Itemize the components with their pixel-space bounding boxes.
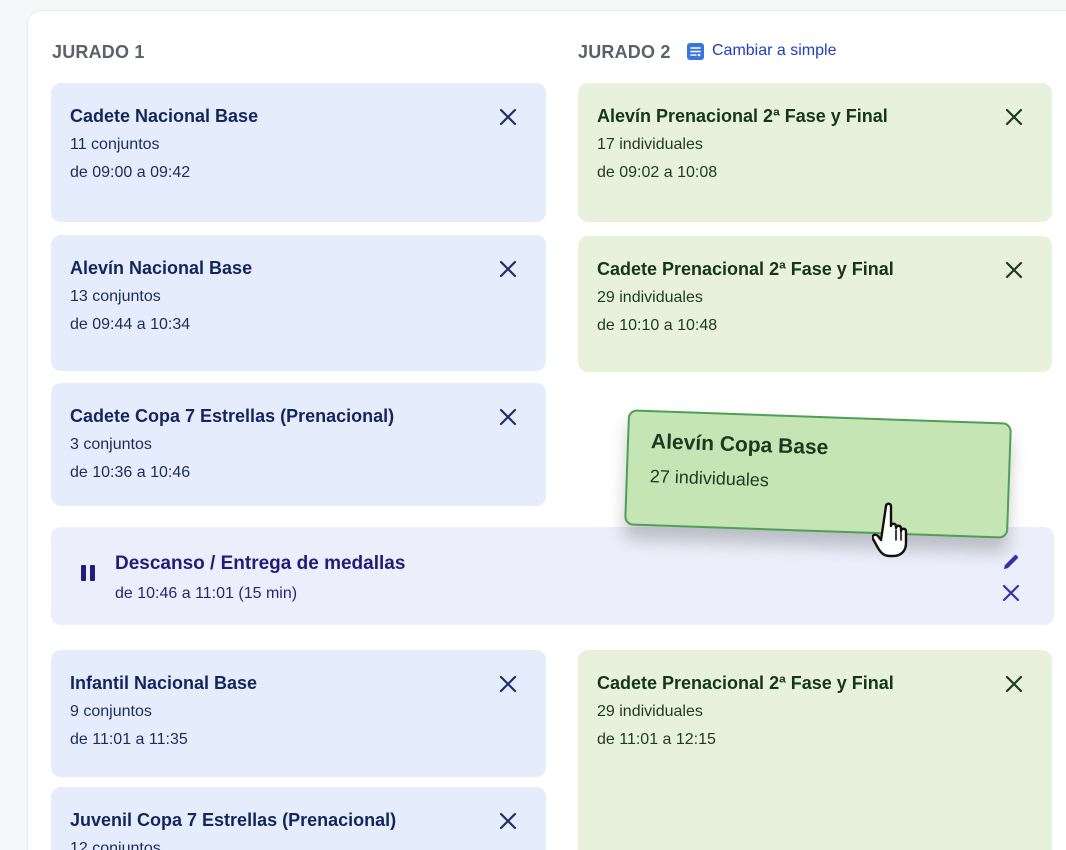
card-title: Cadete Prenacional 2ª Fase y Final xyxy=(597,259,894,279)
jurado2-card[interactable]: Cadete Prenacional 2ª Fase y Final 29 in… xyxy=(578,236,1052,372)
jurado1-card[interactable]: Infantil Nacional Base 9 conjuntos de 11… xyxy=(51,650,546,777)
pause-icon xyxy=(81,565,95,581)
card-time: de 09:00 a 09:42 xyxy=(70,164,191,181)
card-count: 29 individuales xyxy=(597,703,703,720)
card-title: Alevín Prenacional 2ª Fase y Final xyxy=(597,106,888,126)
card-count: 29 individuales xyxy=(597,289,703,306)
jurado1-card[interactable]: Alevín Nacional Base 13 conjuntos de 09:… xyxy=(51,235,546,371)
jurado2-title: JURADO 2 xyxy=(578,42,671,62)
card-title: Cadete Prenacional 2ª Fase y Final xyxy=(597,673,894,693)
break-title: Descanso / Entrega de medallas xyxy=(115,553,406,574)
close-icon[interactable] xyxy=(498,407,518,427)
jurado2-card[interactable]: Alevín Prenacional 2ª Fase y Final 17 in… xyxy=(578,83,1052,222)
card-title: Infantil Nacional Base xyxy=(70,673,258,693)
break-time: de 10:46 a 11:01 (15 min) xyxy=(115,585,298,602)
card-count: 9 conjuntos xyxy=(70,703,152,720)
drag-card-title: Alevín Copa Base xyxy=(650,430,829,460)
close-icon[interactable] xyxy=(1001,583,1021,603)
card-title: Cadete Copa 7 Estrellas (Prenacional) xyxy=(70,406,395,426)
pencil-icon[interactable] xyxy=(1001,552,1021,572)
jurado1-title: JURADO 1 xyxy=(52,42,145,62)
jurado1-card[interactable]: Cadete Nacional Base 11 conjuntos de 09:… xyxy=(51,83,546,222)
close-icon[interactable] xyxy=(498,107,518,127)
close-icon[interactable] xyxy=(498,811,518,831)
card-count: 13 conjuntos xyxy=(70,288,161,305)
close-icon[interactable] xyxy=(498,674,518,694)
card-time: de 09:44 a 10:34 xyxy=(70,316,191,333)
close-icon[interactable] xyxy=(498,259,518,279)
dragging-card[interactable]: Alevín Copa Base 27 individuales xyxy=(624,409,1012,539)
card-time: de 09:02 a 10:08 xyxy=(597,164,718,181)
switch-to-simple-button[interactable]: Cambiar a simple xyxy=(687,42,836,60)
list-icon xyxy=(687,42,704,60)
card-count: 12 conjuntos xyxy=(70,840,161,850)
close-icon[interactable] xyxy=(1004,674,1024,694)
switch-label: Cambiar a simple xyxy=(712,42,837,59)
card-time: de 10:36 a 10:46 xyxy=(70,464,191,481)
jurado1-card[interactable]: Cadete Copa 7 Estrellas (Prenacional) 3 … xyxy=(51,383,546,506)
card-time: de 11:01 a 12:15 xyxy=(597,731,716,748)
jurado2-card[interactable]: Cadete Prenacional 2ª Fase y Final 29 in… xyxy=(578,650,1052,850)
card-title: Juvenil Copa 7 Estrellas (Prenacional) xyxy=(70,810,397,830)
card-title: Alevín Nacional Base xyxy=(70,258,253,278)
card-time: de 10:10 a 10:48 xyxy=(597,317,718,334)
drag-card-count: 27 individuales xyxy=(649,466,770,491)
card-count: 3 conjuntos xyxy=(70,436,152,453)
close-icon[interactable] xyxy=(1004,260,1024,280)
card-time: de 11:01 a 11:35 xyxy=(70,731,188,748)
card-title: Cadete Nacional Base xyxy=(70,106,259,126)
jurado1-card[interactable]: Juvenil Copa 7 Estrellas (Prenacional) 1… xyxy=(51,787,546,850)
hand-cursor-icon xyxy=(872,502,908,558)
card-count: 17 individuales xyxy=(597,136,703,153)
close-icon[interactable] xyxy=(1004,107,1024,127)
card-count: 11 conjuntos xyxy=(70,136,160,153)
